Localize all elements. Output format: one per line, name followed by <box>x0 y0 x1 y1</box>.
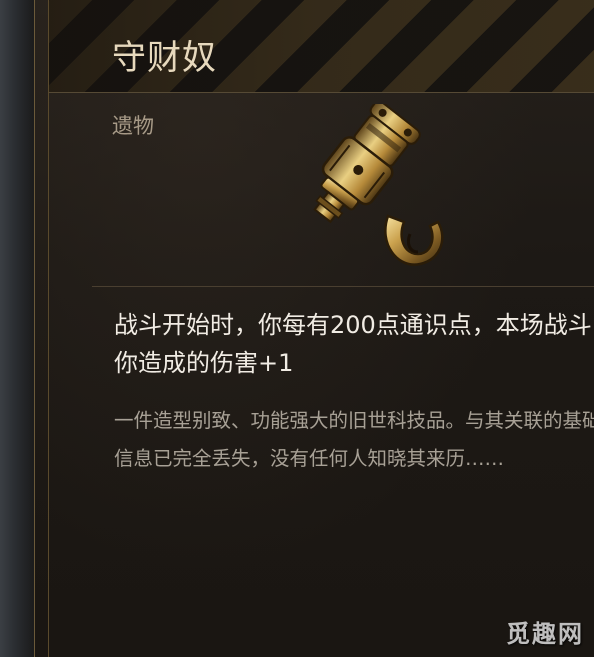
site-watermark: 觅趣网 <box>506 620 584 648</box>
section-divider <box>92 286 594 287</box>
relic-category-label: 遗物 <box>112 114 154 138</box>
relic-flavor-text: 一件造型别致、功能强大的旧世科技品。与其关联的基础信息已完全丢失，没有任何人知晓… <box>114 409 594 470</box>
screen: 守财奴 遗物 战斗开始时，你每有200点通识点，本场战斗你造成的伤害+1 一件造… <box>0 0 594 657</box>
mechanical-hook-icon <box>270 100 470 274</box>
relic-effect-text: 战斗开始时，你每有200点通识点，本场战斗你造成的伤害+1 <box>114 311 592 377</box>
relic-title: 守财奴 <box>112 38 217 78</box>
left-panel-edge <box>0 0 34 657</box>
relic-card: 守财奴 遗物 战斗开始时，你每有200点通识点，本场战斗你造成的伤害+1 一件造… <box>34 0 594 657</box>
